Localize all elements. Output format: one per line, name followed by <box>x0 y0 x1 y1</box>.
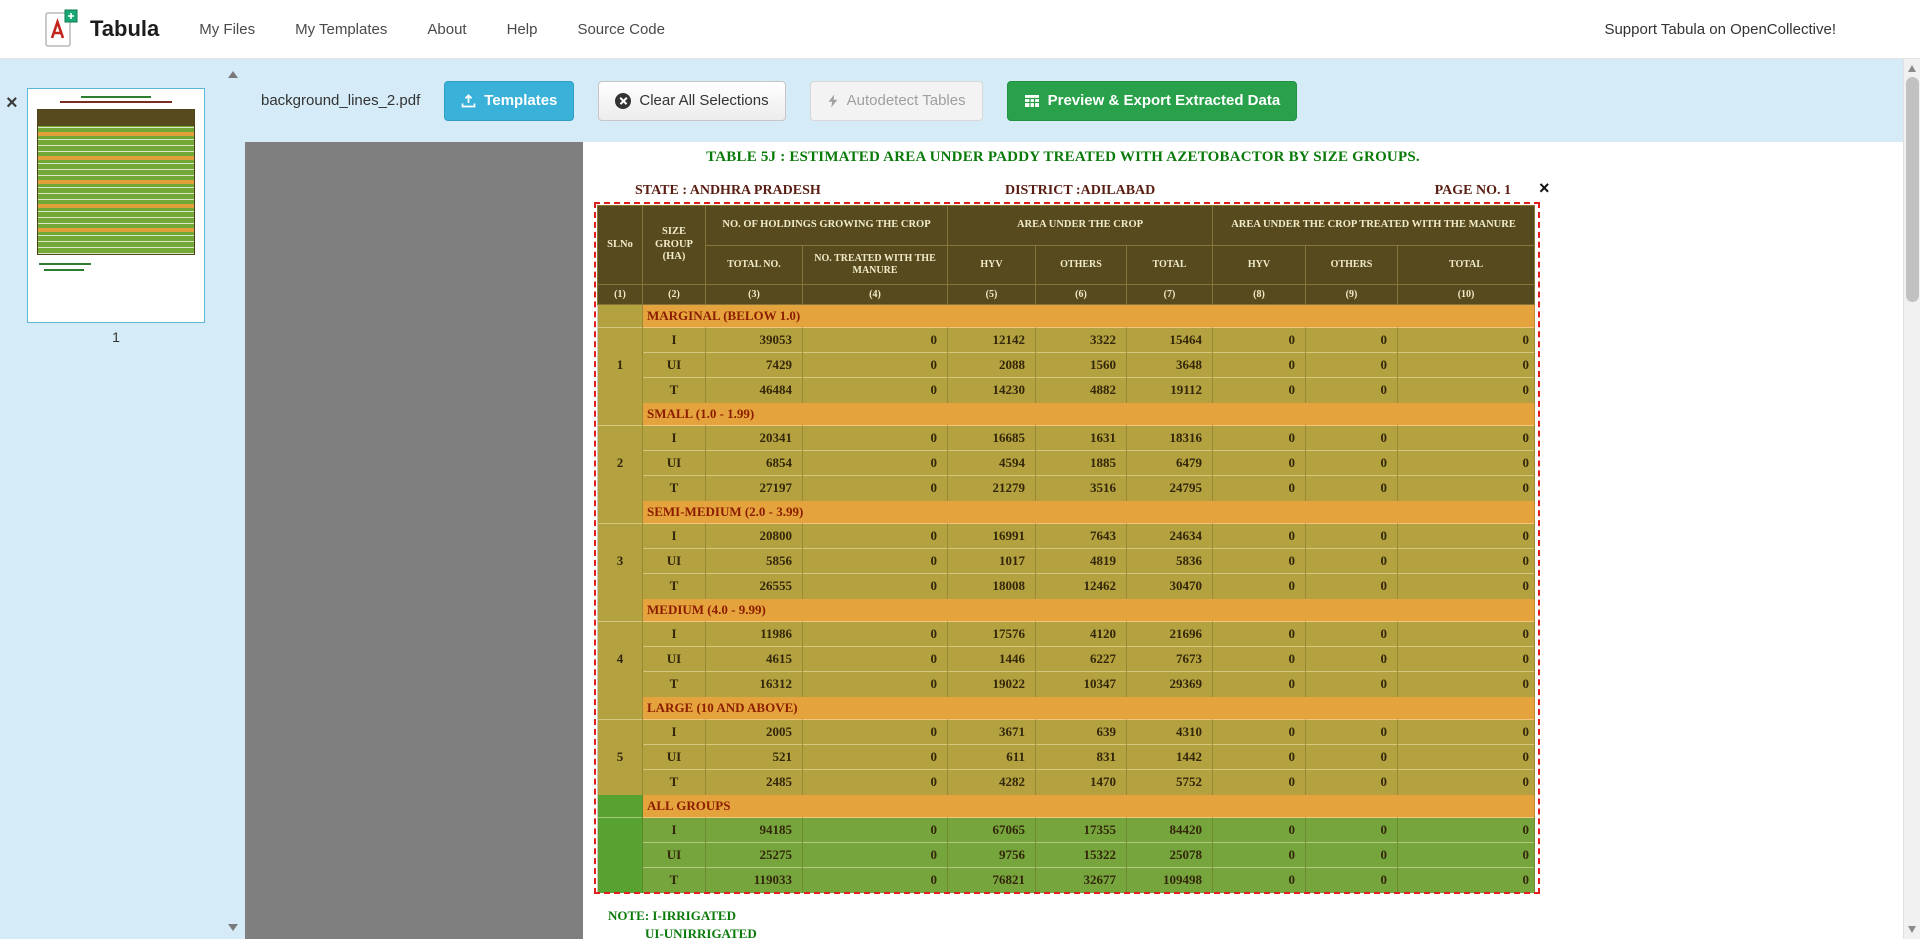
brand-title: Tabula <box>90 16 159 42</box>
document-viewer: TABLE 5J : ESTIMATED AREA UNDER PADDY TR… <box>245 142 1567 939</box>
filename-label: background_lines_2.pdf <box>261 92 420 109</box>
thumbnail-title-line <box>81 96 151 98</box>
templates-button[interactable]: Templates <box>444 81 574 121</box>
autodetect-label: Autodetect Tables <box>847 92 966 109</box>
state-label: STATE : ANDHRA PRADESH <box>635 183 821 199</box>
thumbnail-subtitle-line <box>60 101 173 103</box>
clear-selections-label: Clear All Selections <box>639 92 768 109</box>
thumbnail-preview <box>28 89 204 322</box>
vertical-scrollbar[interactable] <box>1903 59 1920 939</box>
scrollbar-up-icon[interactable] <box>1908 65 1916 72</box>
export-label: Preview & Export Extracted Data <box>1048 92 1281 109</box>
thumbnail-table <box>37 109 195 255</box>
clear-selections-button[interactable]: Clear All Selections <box>598 81 785 121</box>
clear-icon <box>615 93 631 109</box>
nav-source-code[interactable]: Source Code <box>577 21 665 38</box>
close-page-icon[interactable]: × <box>6 93 18 113</box>
note-line1: NOTE: I-IRRIGATED <box>608 908 736 924</box>
table-icon <box>1024 94 1040 108</box>
thumbnail-band <box>38 228 194 232</box>
toolbar: background_lines_2.pdf Templates Clear A… <box>0 59 1903 142</box>
selection-region[interactable] <box>594 202 1540 894</box>
pdf-page[interactable]: TABLE 5J : ESTIMATED AREA UNDER PADDY TR… <box>583 142 1567 939</box>
scrollbar-thumb[interactable] <box>1906 77 1919 302</box>
templates-label: Templates <box>484 92 557 109</box>
nav-help[interactable]: Help <box>507 21 538 38</box>
upload-icon <box>461 94 476 108</box>
thumbnail-note-line <box>44 269 84 271</box>
sidebar-scroll-down-icon[interactable] <box>228 924 238 931</box>
thumbnail-band <box>38 156 194 160</box>
nav-about[interactable]: About <box>427 21 466 38</box>
sidebar-scroll-up-icon[interactable] <box>228 71 238 78</box>
main-nav: My Files My Templates About Help Source … <box>199 21 665 38</box>
note-line2: UI-UNIRRIGATED <box>645 926 757 939</box>
workspace: background_lines_2.pdf Templates Clear A… <box>0 59 1920 939</box>
lightning-icon <box>827 94 839 108</box>
page-number-label: 1 <box>27 329 205 345</box>
thumbnail-band <box>38 180 194 184</box>
sidebar: × 1 <box>0 59 245 939</box>
navbar: Tabula My Files My Templates About Help … <box>0 0 1920 59</box>
page-no-label: PAGE NO. 1 <box>1435 183 1511 199</box>
thumbnail-note-line <box>39 263 91 265</box>
thumbnail-band <box>38 204 194 208</box>
thumbnail-table-header <box>38 110 194 126</box>
scrollbar-down-icon[interactable] <box>1908 926 1916 933</box>
tabula-logo[interactable] <box>44 9 78 49</box>
export-button[interactable]: Preview & Export Extracted Data <box>1007 81 1298 121</box>
support-link[interactable]: Support Tabula on OpenCollective! <box>1604 21 1836 38</box>
nav-my-templates[interactable]: My Templates <box>295 21 387 38</box>
thumbnail-band <box>38 132 194 136</box>
selection-close-icon[interactable]: × <box>1539 179 1550 197</box>
autodetect-tables-button[interactable]: Autodetect Tables <box>810 81 983 121</box>
table-title: TABLE 5J : ESTIMATED AREA UNDER PADDY TR… <box>583 149 1543 166</box>
nav-my-files[interactable]: My Files <box>199 21 255 38</box>
district-label: DISTRICT :ADILABAD <box>1005 183 1155 199</box>
page-thumbnail[interactable] <box>27 88 205 323</box>
